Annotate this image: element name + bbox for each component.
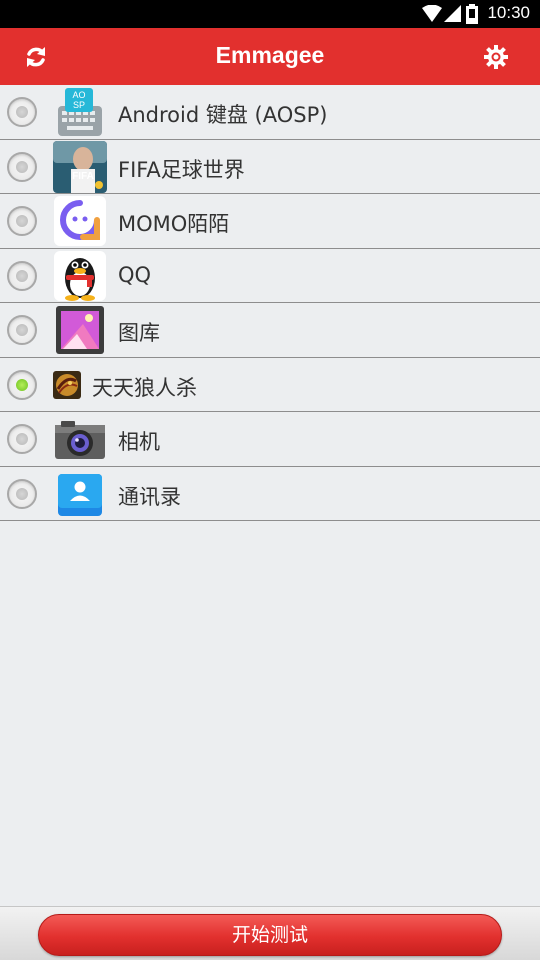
radio-button[interactable] — [7, 97, 37, 127]
radio-button-checked[interactable] — [7, 369, 37, 400]
app-toolbar: Emmagee — [0, 28, 540, 85]
list-item-werewolf[interactable]: 天天狼人杀 — [0, 357, 540, 412]
app-label: FIFA足球世界 — [118, 157, 245, 182]
app-label: MOMO陌陌 — [118, 212, 230, 236]
app-label: Android 键盘 (AOSP) — [118, 103, 328, 127]
list-item-momo[interactable]: MOMO陌陌 — [0, 194, 540, 249]
gallery-app-icon — [56, 306, 104, 354]
svg-text:FIFA: FIFA — [72, 171, 94, 182]
momo-app-icon — [54, 196, 106, 246]
werewolf-app-icon — [53, 370, 81, 399]
radio-button[interactable] — [7, 151, 37, 182]
app-label: 图库 — [118, 321, 160, 345]
app-list: AO SP Android 键盘 (AOSP) FIFA FIFA足球世界 MO… — [0, 85, 540, 521]
keyboard-app-icon: AO SP — [58, 88, 102, 136]
app-label: QQ — [118, 262, 152, 287]
svg-text:AO: AO — [72, 90, 85, 100]
app-label: 相机 — [118, 430, 160, 454]
status-bar: 10:30 — [0, 0, 540, 28]
svg-text:SP: SP — [73, 100, 85, 110]
list-item-camera[interactable]: 相机 — [0, 412, 540, 467]
signal-icon — [444, 5, 461, 22]
fifa-app-icon: FIFA — [53, 140, 107, 193]
radio-button[interactable] — [7, 206, 37, 236]
wifi-icon — [422, 5, 442, 22]
app-label: 通讯录 — [118, 484, 181, 509]
list-item-contacts[interactable]: 通讯录 — [0, 466, 540, 521]
camera-app-icon — [55, 421, 105, 459]
radio-button[interactable] — [7, 424, 37, 454]
radio-button[interactable] — [7, 478, 37, 509]
app-label: 天天狼人杀 — [92, 375, 197, 400]
start-test-button[interactable]: 开始测试 — [38, 914, 502, 956]
bottom-bar: 开始测试 — [0, 906, 540, 960]
qq-penguin-icon — [54, 250, 106, 301]
radio-button[interactable] — [7, 315, 37, 345]
app-title: Emmagee — [215, 42, 325, 68]
status-time: 10:30 — [487, 3, 530, 22]
radio-button[interactable] — [7, 260, 37, 291]
list-item-qq[interactable]: QQ — [0, 248, 540, 303]
gear-icon[interactable] — [482, 43, 510, 71]
list-item-android-keyboard[interactable]: AO SP Android 键盘 (AOSP) — [0, 85, 540, 140]
contacts-app-icon — [58, 473, 102, 516]
list-item-fifa[interactable]: FIFA FIFA足球世界 — [0, 139, 540, 194]
list-item-gallery[interactable]: 图库 — [0, 303, 540, 358]
battery-icon — [466, 4, 478, 24]
